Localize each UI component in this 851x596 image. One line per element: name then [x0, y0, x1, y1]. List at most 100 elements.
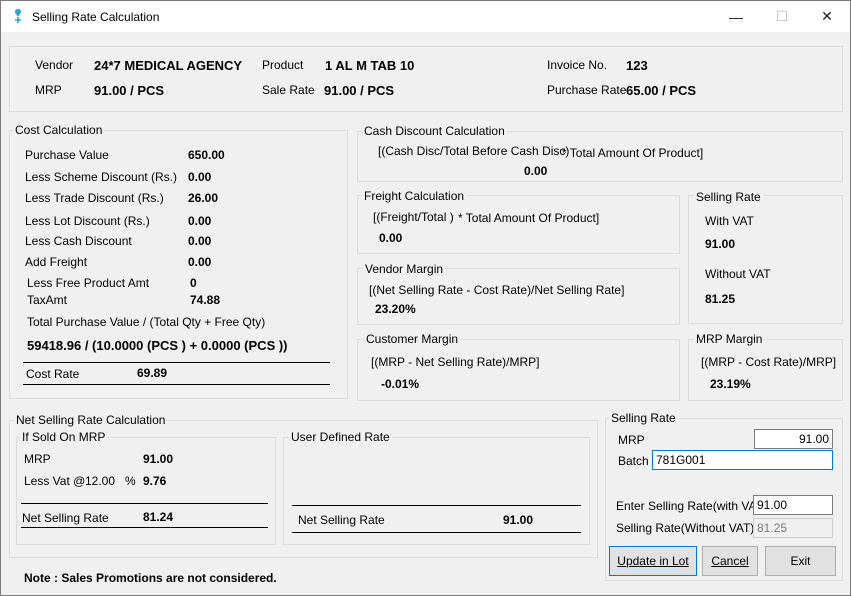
with-vat-value: 91.00: [705, 237, 736, 251]
customer-margin-legend: Customer Margin: [364, 332, 461, 346]
cash-discount-formula-2: * Total Amount Of Product]: [562, 146, 704, 160]
cost-rate-label: Cost Rate: [26, 367, 80, 381]
update-in-lot-label: Update in Lot: [617, 554, 689, 568]
exit-label: Exit: [790, 554, 811, 568]
purchase-rate-label: Purchase Rate: [547, 83, 627, 97]
close-button[interactable]: ✕: [804, 1, 850, 32]
vendor-margin-formula: [(Net Selling Rate - Cost Rate)/Net Sell…: [369, 283, 625, 297]
trade-discount-label: Less Trade Discount (Rs.): [25, 191, 164, 205]
tax-amt-value: 74.88: [190, 293, 221, 307]
without-vat-value: 81.25: [705, 292, 736, 306]
freight-formula-2: * Total Amount Of Product]: [458, 211, 600, 225]
divider: [21, 527, 268, 528]
selling-rate-without-vat-input[interactable]: 81.25: [753, 518, 833, 538]
form-mrp-label: MRP: [618, 433, 645, 447]
selling-rate-without-vat-label: Selling Rate(Without VAT): [616, 521, 755, 535]
mrp-margin-value: 23.19%: [710, 377, 751, 391]
cash-discount-formula: [(Cash Disc/Total Before Cash Disc): [378, 144, 570, 158]
app-icon: [14, 9, 22, 23]
invoice-label: Invoice No.: [547, 58, 608, 72]
product-label: Product: [262, 58, 304, 72]
customer-margin-group: [357, 339, 680, 401]
less-vat-label: Less Vat @: [24, 474, 86, 488]
user-defined-rate-legend: User Defined Rate: [289, 430, 392, 444]
vendor-value: 24*7 MEDICAL AGENCY: [94, 58, 243, 73]
invoice-value: 123: [626, 58, 648, 73]
mrp-margin-legend: MRP Margin: [694, 332, 765, 346]
update-in-lot-button[interactable]: Update in Lot: [609, 546, 697, 576]
user-net-selling-rate-label: Net Selling Rate: [298, 513, 385, 527]
cancel-label: Cancel: [711, 554, 749, 568]
divider: [23, 384, 330, 385]
selling-rate-window: Selling Rate Calculation — ☐ ✕ Vendor 24…: [0, 0, 851, 596]
net-selling-rate-value: 81.24: [143, 510, 174, 524]
sale-rate-label: Sale Rate: [262, 83, 315, 97]
user-defined-rate-group: [283, 437, 590, 545]
vendor-margin-legend: Vendor Margin: [363, 262, 446, 276]
free-product-value: 0: [190, 276, 197, 290]
freight-result: 0.00: [379, 231, 403, 245]
cash-discount-label: Less Cash Discount: [25, 234, 132, 248]
title-bar: Selling Rate Calculation — ☐ ✕: [1, 1, 850, 32]
add-freight-value: 0.00: [188, 255, 212, 269]
net-selling-rate-label: Net Selling Rate: [22, 511, 109, 525]
cash-discount-result: 0.00: [524, 164, 548, 178]
minimize-button[interactable]: —: [713, 1, 759, 32]
customer-margin-value: -0.01%: [381, 377, 420, 391]
cancel-button[interactable]: Cancel: [702, 546, 758, 576]
lot-discount-label: Less Lot Discount (Rs.): [25, 214, 150, 228]
sale-rate-value: 91.00 / PCS: [324, 83, 395, 98]
maximize-button[interactable]: ☐: [759, 1, 805, 32]
purchase-value: 650.00: [188, 148, 225, 162]
mrp-value: 91.00 / PCS: [94, 83, 165, 98]
free-product-label: Less Free Product Amt: [27, 276, 150, 290]
divider: [292, 505, 581, 506]
freight-calculation-legend: Freight Calculation: [362, 189, 467, 203]
purchase-value-label: Purchase Value: [25, 148, 109, 162]
without-vat-label: Without VAT: [705, 267, 771, 281]
vat-percent-value: 12.00: [85, 474, 116, 488]
batch-input[interactable]: 781G001: [652, 450, 833, 470]
cost-rate-value: 69.89: [137, 366, 168, 380]
enter-selling-rate-label: Enter Selling Rate(with VAT): [616, 499, 767, 513]
selling-rate-with-vat-input[interactable]: 91.00: [753, 495, 833, 515]
freight-formula: [(Freight/Total ): [373, 210, 454, 224]
divider: [292, 532, 581, 533]
mrp-input[interactable]: 91.00: [754, 429, 833, 449]
header-info-box: [9, 46, 843, 112]
trade-discount-value: 26.00: [188, 191, 219, 205]
cash-discount-value: 0.00: [188, 234, 212, 248]
percent-sign: %: [125, 474, 136, 488]
tax-amt-label: TaxAmt: [27, 293, 68, 307]
product-value: 1 AL M TAB 10: [325, 58, 415, 73]
scheme-discount-value: 0.00: [188, 170, 212, 184]
net-mrp-label: MRP: [24, 452, 51, 466]
less-vat-value: 9.76: [143, 474, 167, 488]
window-title: Selling Rate Calculation: [32, 10, 160, 24]
purchase-rate-value: 65.00 / PCS: [626, 83, 697, 98]
net-selling-rate-legend: Net Selling Rate Calculation: [14, 413, 168, 427]
if-sold-on-mrp-legend: If Sold On MRP: [20, 430, 108, 444]
cost-calculation-legend: Cost Calculation: [13, 123, 105, 137]
cash-discount-legend: Cash Discount Calculation: [362, 124, 507, 138]
lot-discount-value: 0.00: [188, 214, 212, 228]
exit-button[interactable]: Exit: [765, 546, 836, 576]
mrp-margin-formula: [(MRP - Cost Rate)/MRP]: [701, 355, 837, 369]
total-purchase-label: Total Purchase Value / (Total Qty + Free…: [27, 315, 266, 329]
batch-label: Batch: [618, 454, 649, 468]
vendor-label: Vendor: [35, 58, 74, 72]
selling-rate-vat-legend: Selling Rate: [694, 190, 763, 204]
mrp-margin-group: [688, 339, 843, 401]
with-vat-label: With VAT: [705, 214, 754, 228]
divider: [23, 362, 330, 363]
total-purchase-formula: 59418.96 / (10.0000 (PCS ) + 0.0000 (PCS…: [27, 338, 288, 353]
selling-rate-form-legend: Selling Rate: [609, 411, 678, 425]
net-mrp-value: 91.00: [143, 452, 174, 466]
divider: [21, 503, 268, 504]
user-net-selling-rate-value: 91.00: [503, 513, 534, 527]
vendor-margin-value: 23.20%: [375, 302, 416, 316]
mrp-label: MRP: [35, 83, 62, 97]
add-freight-label: Add Freight: [25, 255, 88, 269]
scheme-discount-label: Less Scheme Discount (Rs.): [25, 170, 178, 184]
customer-margin-formula: [(MRP - Net Selling Rate)/MRP]: [371, 355, 540, 369]
